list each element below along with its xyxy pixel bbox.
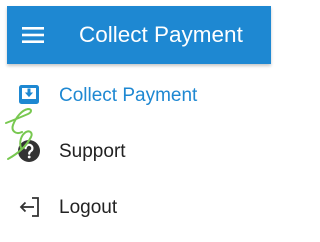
- nav-item-collect-payment[interactable]: Collect Payment: [0, 69, 280, 123]
- app-bar: Collect Payment: [7, 6, 271, 64]
- logout-icon: [17, 195, 41, 219]
- collect-payment-icon: [17, 83, 41, 107]
- nav-item-label: Logout: [59, 197, 118, 218]
- navigation-drawer: Collect Payment Collect Payment Support: [0, 0, 280, 242]
- nav-item-label: Collect Payment: [59, 85, 198, 106]
- nav-item-support[interactable]: Support: [0, 125, 280, 179]
- app-title: Collect Payment: [79, 22, 243, 47]
- nav-item-label: Support: [59, 141, 126, 162]
- hamburger-menu-icon[interactable]: [22, 25, 44, 45]
- help-circle-icon: [17, 139, 41, 163]
- nav-item-logout[interactable]: Logout: [0, 181, 280, 235]
